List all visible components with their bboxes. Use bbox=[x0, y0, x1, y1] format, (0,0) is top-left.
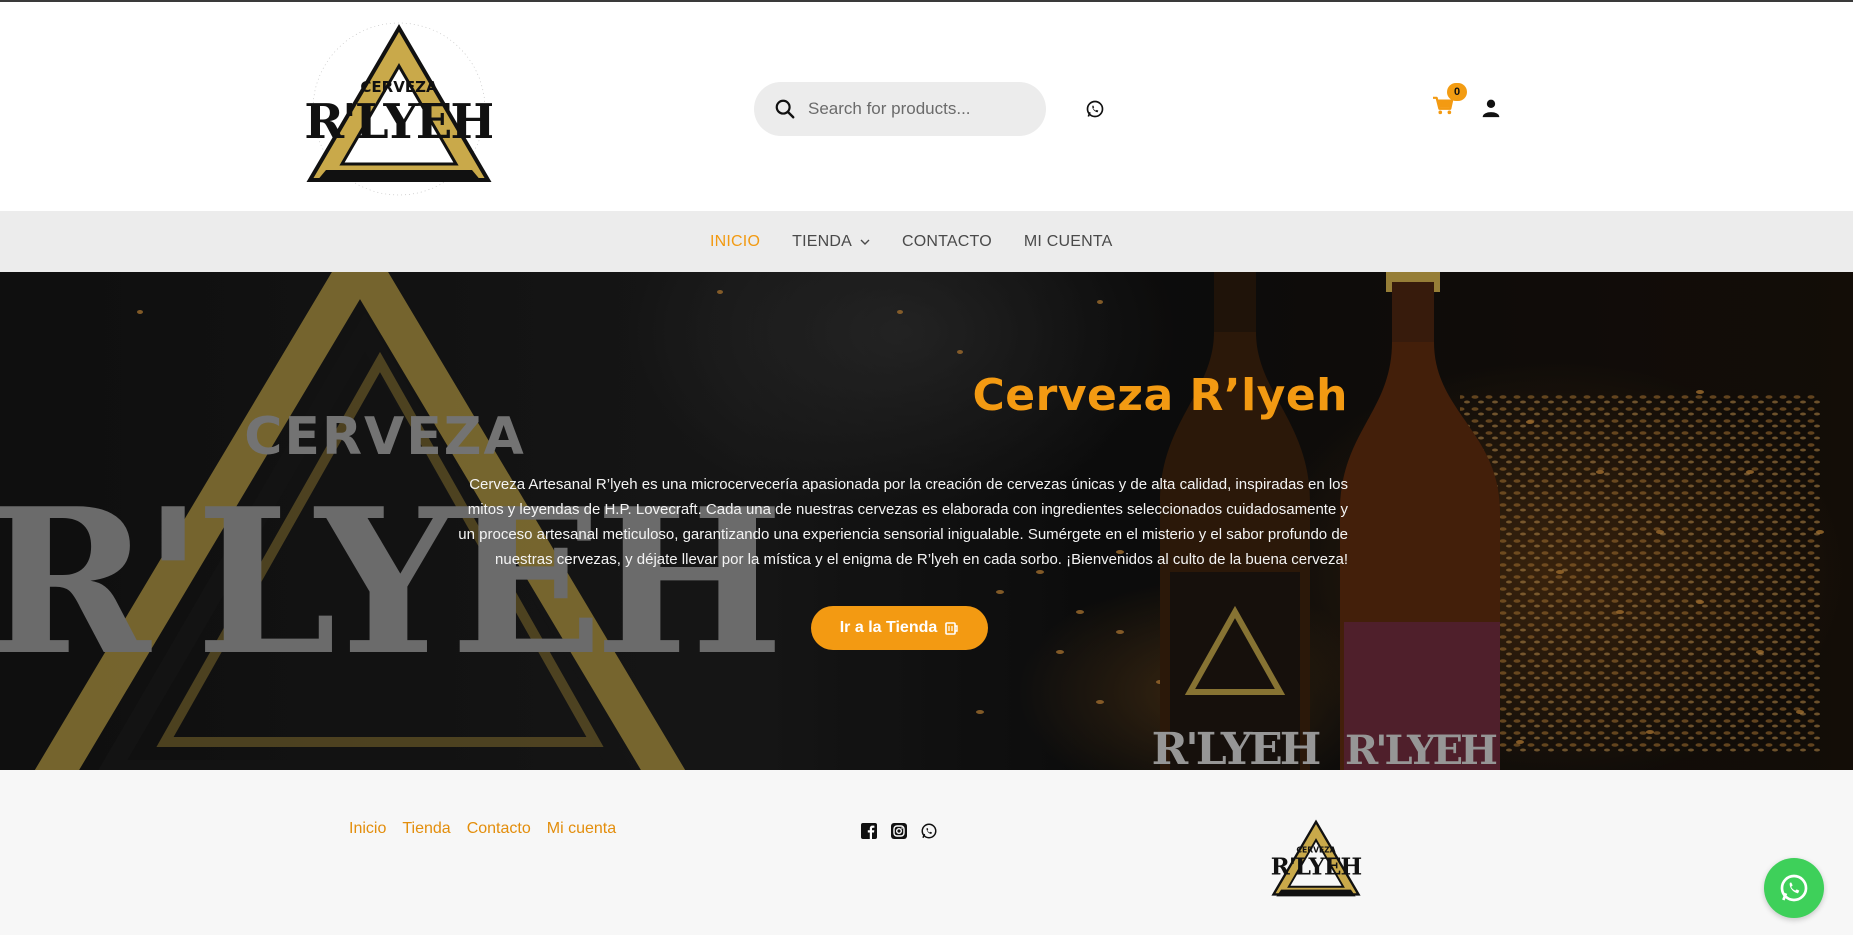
social-links bbox=[860, 822, 950, 840]
footer-link-mi-cuenta[interactable]: Mi cuenta bbox=[547, 820, 616, 838]
footer-link-inicio[interactable]: Inicio bbox=[349, 820, 386, 838]
footer-link-contacto[interactable]: Contacto bbox=[467, 820, 531, 838]
nav-item-label: MI CUENTA bbox=[1023, 232, 1113, 250]
hero-title: Cerveza R’lyeh bbox=[972, 370, 1348, 421]
footer-link-tienda[interactable]: Tienda bbox=[402, 820, 450, 838]
nav-item-inicio[interactable]: INICIO bbox=[710, 233, 760, 251]
search-icon bbox=[775, 99, 795, 119]
nav-item-tienda[interactable]: TIENDA bbox=[792, 233, 870, 251]
instagram-icon[interactable] bbox=[890, 822, 908, 840]
whatsapp-icon[interactable] bbox=[1085, 99, 1105, 119]
nav-item-contacto[interactable]: CONTACTO bbox=[902, 233, 992, 251]
nav-item-mi-cuenta[interactable]: MI CUENTA bbox=[1024, 233, 1113, 251]
footer-links: Inicio Tienda Contacto Mi cuenta bbox=[349, 820, 632, 838]
account-icon[interactable] bbox=[1481, 98, 1501, 118]
nav-item-label: TIENDA bbox=[792, 232, 852, 250]
svg-text:R'LYEH: R'LYEH bbox=[1271, 853, 1362, 880]
whatsapp-icon bbox=[1780, 874, 1808, 902]
main-navigation: INICIO TIENDA CONTACTO MI CUENTA bbox=[0, 211, 1853, 272]
beer-mug-icon bbox=[945, 622, 958, 635]
nav-item-label: INICIO bbox=[710, 232, 761, 250]
facebook-icon[interactable] bbox=[860, 822, 878, 840]
whatsapp-chat-button[interactable] bbox=[1764, 858, 1824, 918]
search-input[interactable] bbox=[808, 99, 1028, 119]
hero-description: Cerveza Artesanal R’lyeh es una microcer… bbox=[458, 476, 1348, 568]
search-bar[interactable] bbox=[754, 82, 1046, 136]
go-to-shop-label: Ir a la Tienda bbox=[839, 619, 938, 636]
footer-logo[interactable]: CERVEZA R'LYEH bbox=[1270, 818, 1362, 903]
nav-item-label: CONTACTO bbox=[901, 232, 992, 250]
cart-count-badge: 0 bbox=[1447, 83, 1467, 101]
site-footer: Inicio Tienda Contacto Mi cuenta CERVEZA… bbox=[0, 770, 1853, 935]
hero-banner: CERVEZA R'LYEH R'LYEH R'LYEH Cerveza R’l… bbox=[0, 272, 1853, 770]
svg-text:R'LYEH: R'LYEH bbox=[306, 94, 492, 150]
site-header: CERVEZA R'LYEH 0 bbox=[0, 2, 1853, 211]
site-logo[interactable]: CERVEZA R'LYEH bbox=[306, 20, 492, 198]
whatsapp-icon[interactable] bbox=[920, 822, 938, 840]
go-to-shop-button[interactable]: Ir a la Tienda bbox=[811, 606, 988, 650]
chevron-down-icon bbox=[860, 239, 870, 245]
